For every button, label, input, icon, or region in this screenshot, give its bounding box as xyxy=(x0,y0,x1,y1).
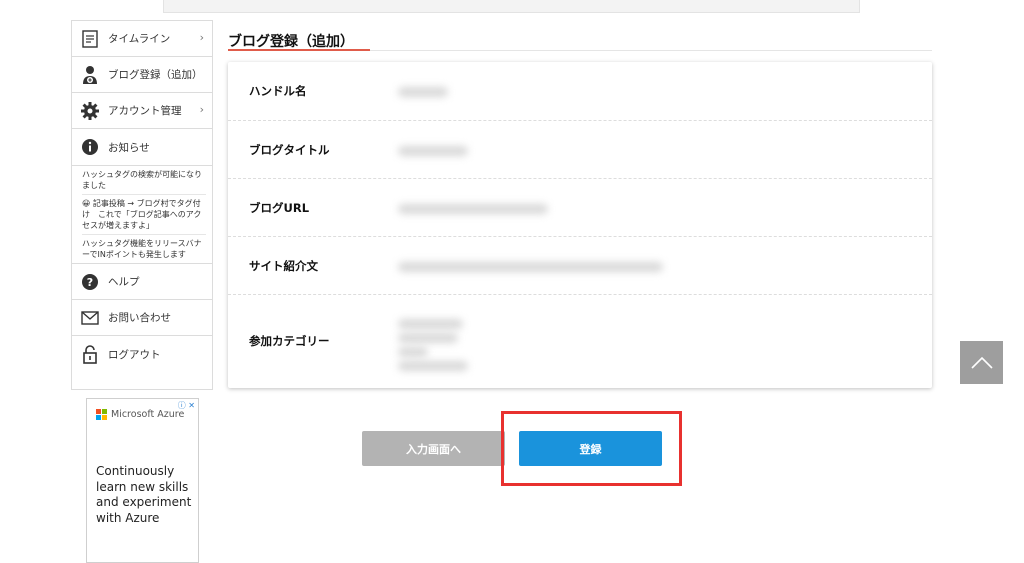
sidebar-item-label: ブログ登録（追加） xyxy=(108,69,203,81)
sidebar-item-blog-register[interactable]: ブログ登録（追加） xyxy=(72,57,212,93)
blurred-value xyxy=(398,204,548,214)
news-item[interactable]: 😀 記事投稿 → ブログ村でタグ付け これで「ブログ記事へのアクセスが増えますよ… xyxy=(82,194,206,234)
blurred-value xyxy=(398,146,468,156)
microsoft-logo-icon xyxy=(96,409,107,420)
blurred-value xyxy=(398,319,463,329)
field-row-blog-url: ブログURL xyxy=(228,179,932,237)
blurred-value xyxy=(398,262,663,272)
lock-icon xyxy=(80,344,100,364)
field-label: ブログタイトル xyxy=(249,143,330,157)
page-title: ブログ登録（追加） xyxy=(228,34,354,50)
news-item[interactable]: ハッシュタグの検索が可能になりました xyxy=(82,166,206,194)
field-row-blog-title: ブログタイトル xyxy=(228,121,932,179)
sidebar-item-label: ヘルプ xyxy=(108,276,140,288)
sidebar-item-contact[interactable]: お問い合わせ xyxy=(72,300,212,336)
field-label: ハンドル名 xyxy=(249,84,307,98)
sidebar-item-account[interactable]: アカウント管理 › xyxy=(72,93,212,129)
sidebar-menu: タイムライン › ブログ登録（追加） アカウント管理 › お知らせ ハッシュタグ… xyxy=(71,20,213,390)
title-accent-line xyxy=(228,49,370,51)
field-label: 参加カテゴリー xyxy=(249,334,330,348)
sidebar-item-timeline[interactable]: タイムライン › xyxy=(72,21,212,57)
svg-text:?: ? xyxy=(87,276,93,289)
sidebar-item-logout[interactable]: ログアウト xyxy=(72,336,212,372)
help-icon: ? xyxy=(80,272,100,292)
field-row-description: サイト紹介文 xyxy=(228,237,932,295)
blurred-value xyxy=(398,333,458,343)
gear-icon xyxy=(80,101,100,121)
sidebar-item-label: お問い合わせ xyxy=(108,312,171,324)
mail-icon xyxy=(80,308,100,328)
sidebar-item-help[interactable]: ? ヘルプ xyxy=(72,264,212,300)
blurred-value xyxy=(398,87,448,97)
ad-brand: Microsoft Azure xyxy=(96,409,184,420)
field-label: サイト紹介文 xyxy=(249,259,318,273)
field-row-handle: ハンドル名 xyxy=(228,62,932,121)
ad-brand-name: Microsoft Azure xyxy=(111,409,185,420)
news-item[interactable]: ハッシュタグ機能をリリースバナーでINポイントも発生します xyxy=(82,234,206,263)
news-list: ハッシュタグの検索が可能になりました 😀 記事投稿 → ブログ村でタグ付け これ… xyxy=(72,165,212,264)
scroll-to-top-button[interactable] xyxy=(960,341,1003,384)
sidebar-item-label: ログアウト xyxy=(108,348,161,361)
top-bar xyxy=(163,0,860,13)
chevron-right-icon: › xyxy=(199,103,204,116)
chevron-right-icon: › xyxy=(199,31,204,44)
field-row-category: 参加カテゴリー xyxy=(228,295,932,388)
ad-banner[interactable]: Microsoft Azure ⓘ ✕ Continuously learn n… xyxy=(86,398,199,563)
back-to-input-button[interactable]: 入力画面へ xyxy=(362,431,505,466)
sidebar-item-news[interactable]: お知らせ xyxy=(72,129,212,165)
field-label: ブログURL xyxy=(249,201,310,215)
blurred-value xyxy=(398,347,428,357)
sidebar-item-label: アカウント管理 xyxy=(108,105,182,117)
ad-text: Continuously learn new skills and experi… xyxy=(96,464,192,525)
info-icon xyxy=(80,137,100,157)
sidebar-item-label: タイムライン xyxy=(108,33,171,45)
register-button[interactable]: 登録 xyxy=(519,431,662,466)
sidebar-item-label: お知らせ xyxy=(108,141,150,154)
blurred-value xyxy=(398,361,468,371)
timeline-icon xyxy=(80,29,100,49)
form-card: ハンドル名 ブログタイトル ブログURL サイト紹介文 参加カテゴリー xyxy=(228,62,932,388)
chevron-up-icon xyxy=(970,356,993,369)
ad-close-icon[interactable]: ⓘ ✕ xyxy=(178,400,195,411)
user-add-icon xyxy=(80,65,100,85)
